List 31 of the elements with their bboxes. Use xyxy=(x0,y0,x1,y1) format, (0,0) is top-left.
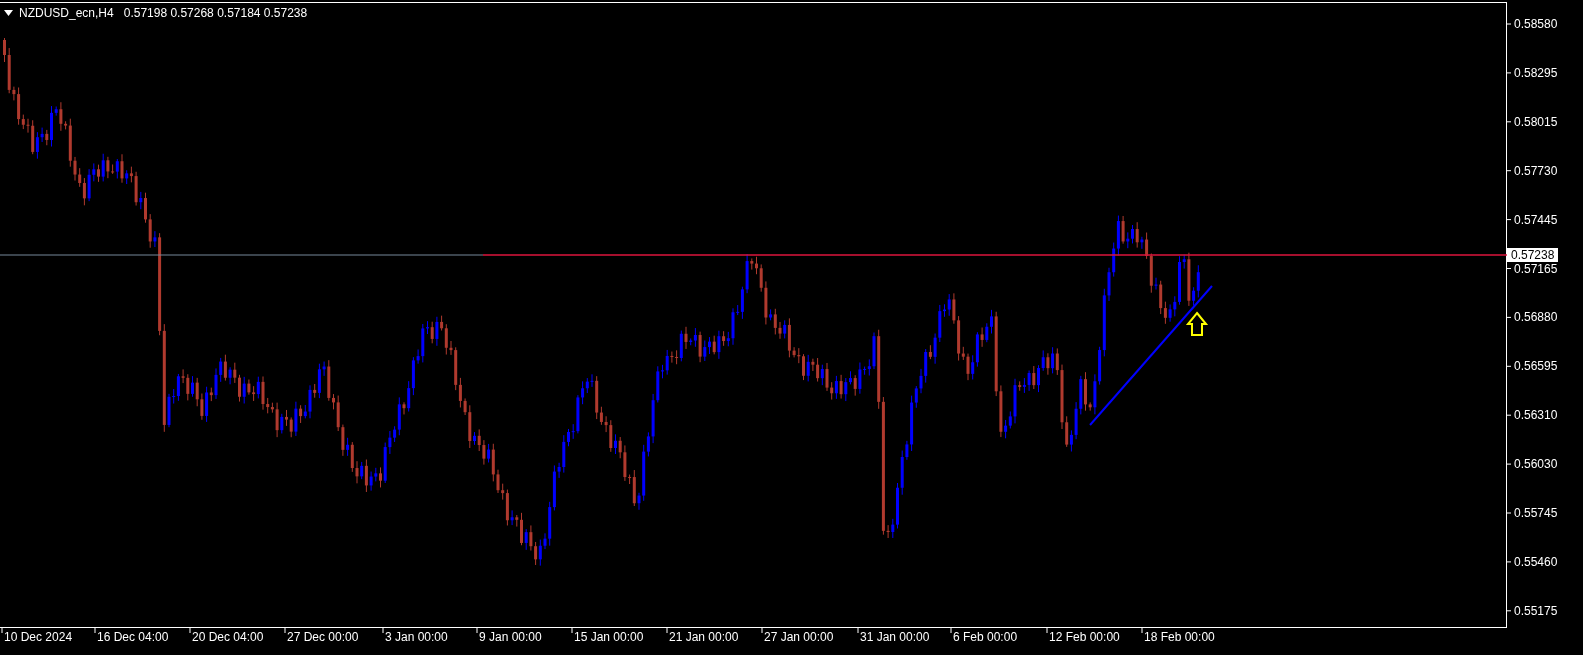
date-label: 12 Feb 00:00 xyxy=(1049,631,1120,643)
price-label: 0.55460 xyxy=(1514,555,1558,568)
date-label: 27 Jan 00:00 xyxy=(764,631,834,643)
date-label: 16 Dec 04:00 xyxy=(97,631,169,643)
date-label: 3 Jan 00:00 xyxy=(385,631,448,643)
date-label: 15 Jan 00:00 xyxy=(574,631,644,643)
price-label: 0.57445 xyxy=(1514,213,1558,226)
date-label: 9 Jan 00:00 xyxy=(479,631,542,643)
price-label: 0.55745 xyxy=(1514,507,1558,519)
date-label: 20 Dec 04:00 xyxy=(192,631,264,643)
price-label: 0.56880 xyxy=(1514,311,1558,324)
current-price-tag: 0.57238 xyxy=(1507,248,1559,262)
symbol-label: NZDUSD_ecn,H4 xyxy=(19,5,114,22)
price-label: 0.58580 xyxy=(1514,18,1558,30)
price-label: 0.55175 xyxy=(1514,604,1558,617)
date-label: 10 Dec 2024 xyxy=(4,631,73,643)
dropdown-triangle-icon[interactable] xyxy=(4,10,13,16)
date-label: 27 Dec 00:00 xyxy=(287,631,359,643)
price-label: 0.57730 xyxy=(1514,164,1558,177)
date-label: 31 Jan 00:00 xyxy=(860,631,930,643)
price-label: 0.56310 xyxy=(1514,409,1558,422)
price-label: 0.58015 xyxy=(1514,115,1558,128)
date-label: 21 Jan 00:00 xyxy=(669,631,739,643)
price-label: 0.56595 xyxy=(1514,360,1558,373)
date-label: 18 Feb 00:00 xyxy=(1144,631,1215,643)
ohlc-values: 0.57198 0.57268 0.57184 0.57238 xyxy=(123,5,308,22)
date-label: 6 Feb 00:00 xyxy=(953,631,1018,643)
up-arrow-icon xyxy=(1185,311,1209,336)
price-label: 0.58295 xyxy=(1514,66,1558,79)
price-label: 0.57165 xyxy=(1514,262,1558,275)
price-label: 0.56030 xyxy=(1514,458,1558,471)
